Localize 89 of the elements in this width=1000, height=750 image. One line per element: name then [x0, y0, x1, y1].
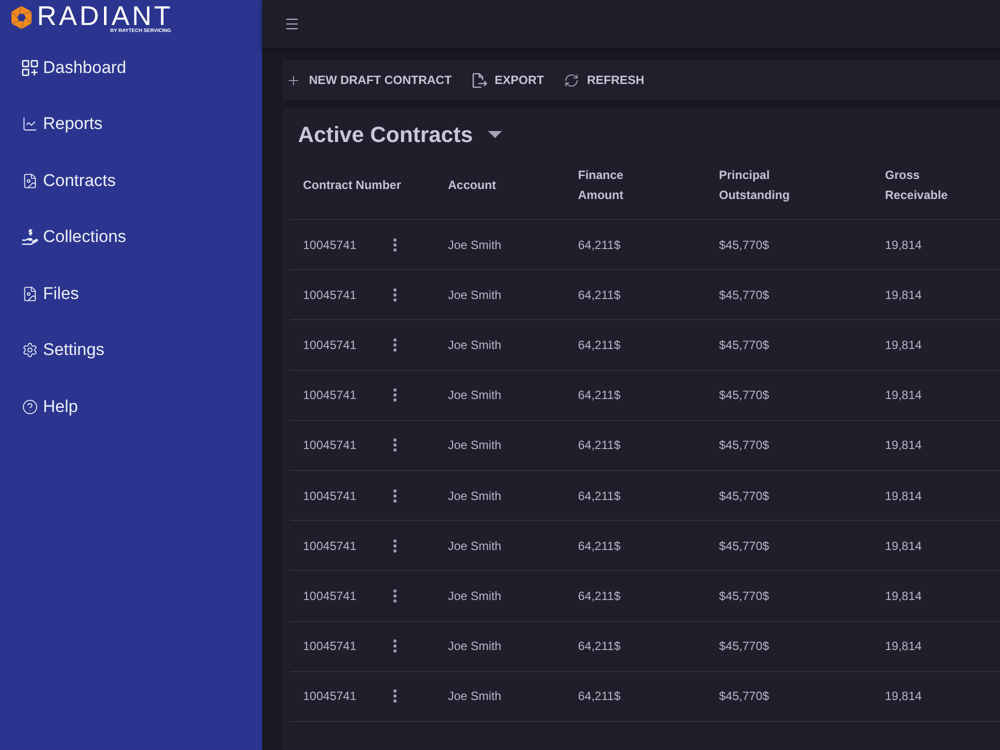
table-cell: 10045741: [303, 588, 356, 603]
sidebar-item[interactable]: Settings: [22, 340, 104, 360]
sidebar-item[interactable]: Contracts: [22, 170, 116, 191]
menu-icon[interactable]: [284, 16, 300, 32]
table-cell: 19,814: [885, 689, 922, 704]
table-cell: 19,814: [885, 639, 922, 654]
table-cell: $45,770$: [719, 488, 770, 503]
table-cell: 19,814: [885, 288, 922, 302]
table-cell: Joe Smith: [448, 639, 502, 654]
table-cell: 10045741: [303, 238, 356, 252]
table-cell: 19,814: [885, 338, 922, 352]
column-header: Finance Amount: [578, 166, 624, 204]
table-cell: 10045741: [303, 689, 356, 704]
table-cell: $45,770$: [719, 588, 770, 603]
more-vertical-icon[interactable]: [393, 438, 397, 452]
table-cell: 10045741: [303, 388, 356, 402]
table-cell: 64,211$: [578, 639, 620, 654]
image-file-icon: [22, 286, 38, 302]
table-cell: Joe Smith: [448, 488, 502, 503]
table-cell: 64,211$: [578, 438, 620, 452]
column-header: Account: [448, 176, 496, 194]
view-dropdown[interactable]: Active Contracts: [298, 118, 502, 150]
table-cell: $45,770$: [719, 238, 770, 252]
hand-dollar-icon: [22, 229, 38, 246]
more-vertical-icon[interactable]: [393, 689, 397, 704]
sidebar-item[interactable]: Dashboard: [22, 58, 126, 78]
sidebar-item[interactable]: Collections: [22, 227, 126, 248]
table-cell: 64,211$: [578, 288, 620, 302]
more-vertical-icon[interactable]: [393, 338, 397, 352]
table-cell: 10045741: [303, 488, 356, 503]
aperture-logo-icon: [10, 6, 33, 29]
table-cell: 19,814: [885, 388, 922, 402]
image-file-icon: [22, 172, 38, 189]
table-cell: Joe Smith: [448, 438, 502, 452]
sidebar-item[interactable]: Reports: [22, 114, 103, 134]
table-cell: $45,770$: [719, 639, 770, 654]
table-cell: $45,770$: [719, 689, 770, 704]
more-vertical-icon[interactable]: [393, 538, 397, 553]
table-cell: Joe Smith: [448, 288, 502, 302]
table-cell: Joe Smith: [448, 238, 502, 252]
toolbar-button[interactable]: EXPORT: [472, 71, 544, 89]
table-cell: 64,211$: [578, 689, 620, 704]
sidebar-item[interactable]: Help: [22, 396, 78, 417]
column-header: Gross Receivable: [885, 166, 948, 204]
table-cell: 64,211$: [578, 338, 620, 352]
table-cell: $45,770$: [719, 338, 770, 352]
more-vertical-icon[interactable]: [393, 238, 397, 252]
more-vertical-icon[interactable]: [393, 488, 397, 503]
toolbar-button[interactable]: REFRESH: [564, 71, 644, 89]
table-cell: 64,211$: [578, 238, 620, 252]
settings-icon: [22, 342, 38, 358]
table-cell: $45,770$: [719, 288, 770, 302]
table-cell: Joe Smith: [448, 388, 502, 402]
caret-down-icon: [488, 130, 502, 138]
table-cell: 10045741: [303, 538, 356, 553]
table-cell: Joe Smith: [448, 338, 502, 352]
column-header: Principal Outstanding: [719, 166, 790, 204]
logo-text: RADIANT: [37, 5, 174, 28]
table-cell: 19,814: [885, 538, 922, 553]
column-header: Contract Number: [303, 176, 402, 194]
table-cell: $45,770$: [719, 438, 770, 452]
table-cell: 10045741: [303, 338, 356, 352]
table-cell: 10045741: [303, 288, 356, 302]
table-cell: 64,211$: [578, 588, 620, 603]
file-arrow-icon: [472, 72, 487, 88]
line-chart-icon: [22, 116, 38, 132]
grid-plus-icon: [22, 60, 38, 76]
more-vertical-icon[interactable]: [393, 639, 397, 654]
table-cell: 19,814: [885, 238, 922, 252]
table-cell: Joe Smith: [448, 588, 502, 603]
table-cell: $45,770$: [719, 538, 770, 553]
table-cell: 19,814: [885, 488, 922, 503]
table-cell: 64,211$: [578, 488, 620, 503]
help-icon: [22, 398, 38, 415]
table-cell: Joe Smith: [448, 538, 502, 553]
table-cell: $45,770$: [719, 388, 770, 402]
more-vertical-icon[interactable]: [393, 588, 397, 603]
table-cell: Joe Smith: [448, 689, 502, 704]
more-vertical-icon[interactable]: [393, 288, 397, 302]
table-cell: 10045741: [303, 639, 356, 654]
table-cell: 19,814: [885, 438, 922, 452]
toolbar-button[interactable]: NEW DRAFT CONTRACT: [286, 71, 452, 89]
table-cell: 10045741: [303, 438, 356, 452]
more-vertical-icon[interactable]: [393, 388, 397, 402]
table-cell: 64,211$: [578, 388, 620, 402]
table-cell: 19,814: [885, 588, 922, 603]
table-cell: 64,211$: [578, 538, 620, 553]
sidebar-item[interactable]: Files: [22, 284, 79, 304]
refresh-icon: [564, 72, 579, 88]
